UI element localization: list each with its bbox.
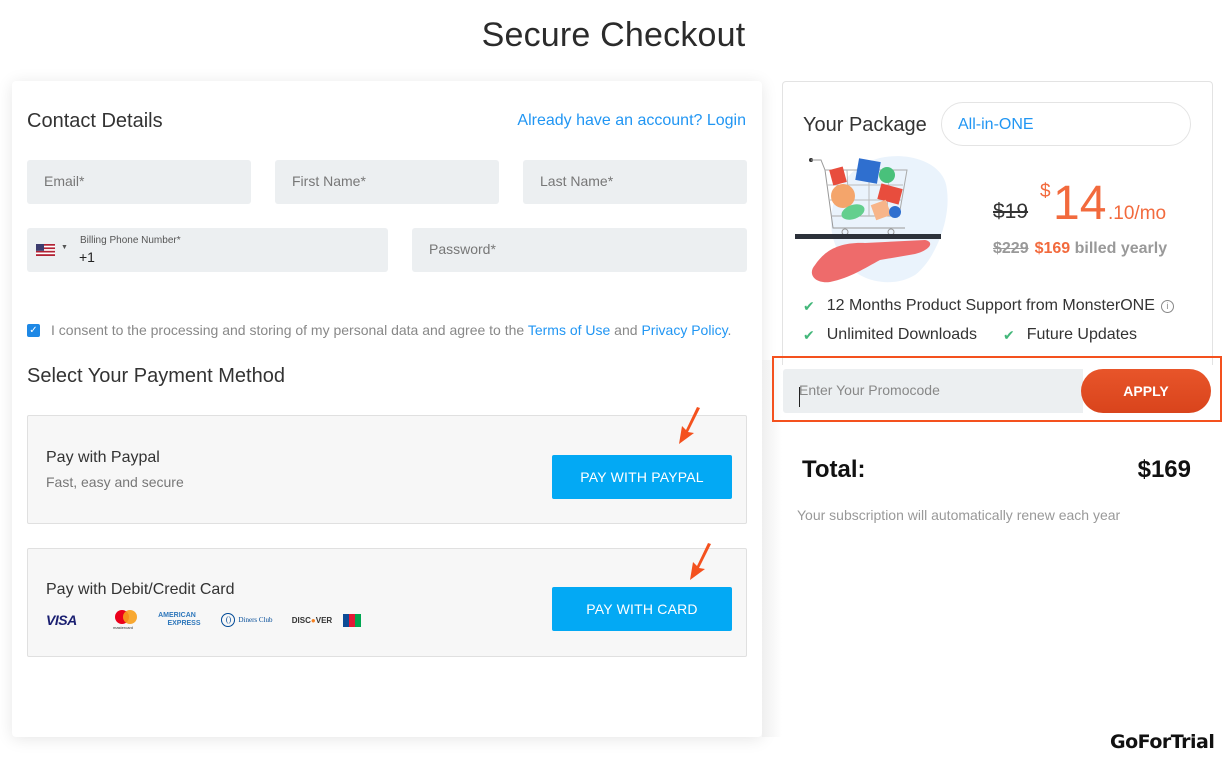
contact-details-heading: Contact Details [27,110,163,132]
pointer-arrow-icon [690,543,711,580]
email-placeholder: Email* [44,173,85,189]
price-decimal: .10/mo [1108,203,1167,224]
info-icon[interactable]: i [1160,299,1174,313]
feature-item: ✔ Future Updates [1003,326,1137,344]
apply-promocode-button[interactable]: APPLY [1081,369,1211,413]
phone-value: +1 [79,249,95,265]
pay-with-card-button[interactable]: PAY WITH CARD [552,587,732,631]
country-dropdown-caret-icon[interactable]: ▼ [61,244,68,251]
package-label: Your Package [803,114,927,136]
card-option-title: Pay with Debit/Credit Card [46,581,235,598]
check-icon: ✔ [1003,326,1015,343]
package-card: Your Package All-in-ONE $19 $ 14 .10/mo … [782,81,1213,365]
renewal-note: Your subscription will automatically ren… [797,507,1121,523]
last-name-placeholder: Last Name* [540,173,614,189]
package-selected-value: All-in-ONE [958,116,1034,133]
yearly-billing: $229 $169 billed yearly [993,240,1167,258]
terms-of-use-link[interactable]: Terms of Use [528,322,610,338]
feature-text: 12 Months Product Support from MonsterON… [826,297,1155,314]
login-link[interactable]: Already have an account? Login [517,112,746,130]
check-icon: ✔ [803,326,815,343]
old-monthly-price: $19 [993,200,1029,223]
total-value: $169 [1137,456,1191,483]
first-name-field[interactable]: First Name* [275,160,499,204]
text-cursor [799,387,800,407]
diners-club-logo-icon: () Diners Club [212,609,282,631]
paypal-option-title: Pay with Paypal [46,449,160,466]
watermark-logo: GoForTrial [1110,731,1215,753]
paypal-option: Pay with Paypal Fast, easy and secure PA… [27,415,747,524]
payment-method-heading: Select Your Payment Method [27,365,285,387]
phone-field[interactable]: ▼ Billing Phone Number* +1 [27,228,388,272]
shopping-cart-illustration-icon [795,156,948,283]
discover-logo-icon: DISC ● VER [291,615,333,625]
feature-text: Future Updates [1026,326,1138,343]
feature-item: ✔ 12 Months Product Support from Monster… [803,297,1174,315]
email-field[interactable]: Email* [27,160,251,204]
promocode-input[interactable]: Enter Your Promocode [783,369,1083,413]
consent-row: ✓ I consent to the processing and storin… [27,322,731,338]
price-currency: $ [1040,181,1051,202]
package-select[interactable]: All-in-ONE [941,102,1191,146]
check-icon: ✔ [803,297,815,314]
price-integer: 14 [1053,177,1107,230]
amex-logo-icon: AMERICAN EXPRESS [158,612,201,627]
password-field[interactable]: Password* [412,228,747,272]
password-placeholder: Password* [429,241,496,257]
total-label: Total: [802,456,866,483]
us-flag-icon[interactable] [36,244,55,256]
mastercard-logo-icon: mastercard [102,609,142,631]
paypal-option-subtitle: Fast, easy and secure [46,474,184,490]
old-yearly-price: $229 [993,240,1029,257]
privacy-policy-link[interactable]: Privacy Policy [641,322,727,338]
card-option: Pay with Debit/Credit Card VISA masterca… [27,548,747,657]
consent-text-main: I consent to the processing and storing … [51,322,528,338]
pointer-arrow-icon [679,407,700,444]
first-name-placeholder: First Name* [292,173,366,189]
consent-text: I consent to the processing and storing … [51,322,731,338]
billed-text: billed yearly [1070,240,1168,257]
feature-text: Unlimited Downloads [826,326,978,343]
last-name-field[interactable]: Last Name* [523,160,747,204]
promocode-placeholder: Enter Your Promocode [799,382,940,398]
consent-checkbox[interactable]: ✓ [27,323,40,337]
phone-label: Billing Phone Number* [80,235,181,246]
feature-item: ✔ Unlimited Downloads [803,326,977,344]
page-title: Secure Checkout [481,16,746,54]
consent-end: . [727,322,732,338]
consent-and: and [610,322,642,338]
visa-logo-icon: VISA [46,612,77,628]
mastercard-text: mastercard [113,625,134,630]
checkout-form-card: Contact Details Already have an account?… [12,81,762,737]
new-yearly-price: $169 [1034,240,1071,257]
card-logos: VISA mastercard AMERICAN EXPRESS () Diners… [46,609,362,631]
jcb-logo-icon [342,609,362,631]
pay-with-paypal-button[interactable]: PAY WITH PAYPAL [552,455,732,499]
